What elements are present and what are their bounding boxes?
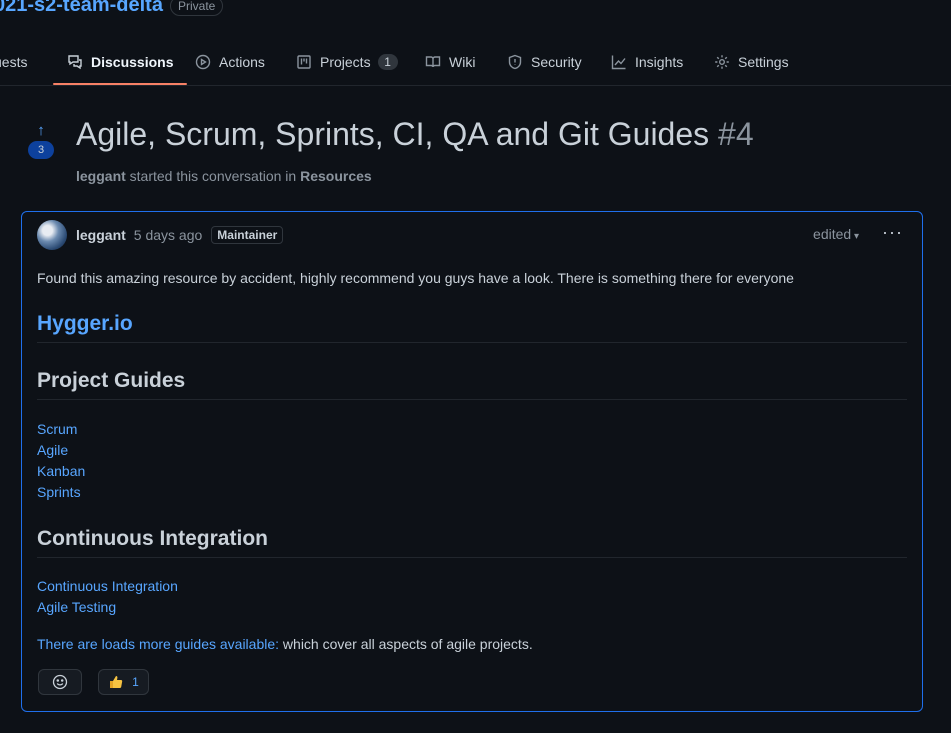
edited-dropdown[interactable]: edited (813, 226, 859, 242)
meta-text: started this conversation in (129, 168, 297, 184)
section-heading-continuous-integration: Continuous Integration (37, 528, 907, 558)
project-board-icon (297, 54, 311, 69)
repo-name-link[interactable]: 021-s2-team-delta (0, 0, 163, 17)
discussion-number: #4 (718, 116, 754, 152)
discussion-comment: leggant 5 days ago Maintainer edited ···… (21, 211, 923, 712)
tab-label: Wiki (449, 53, 476, 70)
category-link[interactable]: Resources (300, 168, 372, 184)
tab-label: uests (0, 53, 28, 70)
more-guides-line: There are loads more guides available: w… (37, 634, 533, 655)
tab-label: Settings (738, 53, 789, 70)
discussion-title: Agile, Scrum, Sprints, CI, QA and Git Gu… (76, 116, 710, 152)
more-guides-text: which cover all aspects of agile project… (279, 636, 533, 652)
maintainer-badge: Maintainer (211, 226, 284, 244)
hygger-link[interactable]: Hygger.io (37, 312, 133, 335)
tab-label: Security (531, 53, 582, 70)
shield-icon (508, 54, 522, 69)
link-kanban[interactable]: Kanban (37, 461, 85, 482)
link-sprints[interactable]: Sprints (37, 482, 85, 503)
reactions-bar: 1 (38, 669, 149, 695)
tab-label: Discussions (91, 53, 174, 70)
avatar[interactable] (37, 220, 67, 250)
tab-wiki[interactable]: Wiki (425, 40, 475, 83)
tab-security[interactable]: Security (507, 40, 582, 83)
comment-timestamp[interactable]: 5 days ago (134, 227, 203, 243)
comment-header: leggant 5 days ago Maintainer edited ··· (37, 220, 907, 250)
gear-icon (715, 54, 729, 69)
repo-header: 021-s2-team-delta Private uests Discussi… (0, 0, 951, 86)
comment-author-link[interactable]: leggant (76, 227, 126, 243)
discussions-icon (68, 54, 82, 69)
link-agile[interactable]: Agile (37, 440, 85, 461)
add-reaction-button[interactable] (38, 669, 82, 695)
tab-settings[interactable]: Settings (714, 40, 789, 83)
tab-discussions[interactable]: Discussions (52, 40, 189, 85)
tab-label: Actions (219, 53, 265, 70)
thumbs-up-icon (110, 676, 123, 688)
discussion-meta: leggant started this conversation in Res… (76, 168, 372, 184)
section-heading-project-guides: Project Guides (37, 370, 907, 400)
project-guides-list: Scrum Agile Kanban Sprints (37, 419, 85, 503)
tab-actions[interactable]: Actions (195, 40, 265, 83)
intro-text: Found this amazing resource by accident,… (37, 270, 794, 286)
tab-insights[interactable]: Insights (611, 40, 683, 83)
upvote-button[interactable]: ↑ 3 (28, 122, 54, 159)
thumbs-up-count: 1 (132, 675, 139, 689)
book-icon (425, 55, 441, 67)
tab-label: Insights (635, 53, 684, 70)
meta-author-link[interactable]: leggant (76, 168, 126, 184)
thumbs-up-reaction-button[interactable]: 1 (98, 669, 149, 695)
upvote-count: 3 (28, 141, 54, 159)
tab-projects[interactable]: Projects 1 (296, 40, 398, 83)
tab-label: Projects (320, 53, 371, 70)
ci-list: Continuous Integration Agile Testing (37, 576, 178, 618)
link-scrum[interactable]: Scrum (37, 419, 85, 440)
visibility-badge: Private (170, 0, 224, 16)
graph-icon (611, 55, 626, 69)
page-title: Agile, Scrum, Sprints, CI, QA and Git Gu… (76, 116, 754, 153)
link-continuous-integration[interactable]: Continuous Integration (37, 576, 178, 597)
play-circle-icon (195, 54, 211, 69)
smiley-icon (52, 674, 68, 690)
more-guides-link[interactable]: There are loads more guides available: (37, 636, 279, 652)
projects-counter: 1 (377, 53, 398, 70)
link-agile-testing[interactable]: Agile Testing (37, 597, 178, 618)
resource-heading: Hygger.io (37, 313, 907, 343)
arrow-up-icon: ↑ (37, 122, 45, 139)
more-options-icon[interactable]: ··· (882, 222, 903, 243)
tab-pull-requests[interactable]: uests (0, 40, 27, 83)
